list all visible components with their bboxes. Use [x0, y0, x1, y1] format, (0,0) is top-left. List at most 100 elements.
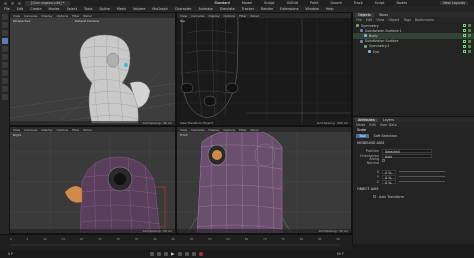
viewport-menu-item[interactable]: Filter [72, 128, 79, 132]
tab-layers[interactable]: Layers [380, 118, 397, 122]
viewport-menu-item[interactable]: Panel [251, 128, 259, 132]
attributes-menu-item[interactable]: User Data [380, 123, 397, 127]
objects-menu-item[interactable]: Edit [366, 18, 373, 22]
section-header[interactable]: MODELING AXIS [353, 138, 474, 148]
layout-tab[interactable]: UVEdit [287, 1, 298, 5]
menu-item[interactable]: Help [326, 7, 334, 11]
menu-item[interactable]: Modes [49, 7, 60, 11]
viewport-menu-item[interactable]: Cameras [191, 14, 204, 18]
objects-menu-item[interactable]: Bookmarks [415, 18, 434, 22]
viewport-menu-item[interactable]: View [13, 14, 20, 18]
menu-item[interactable]: Character [175, 7, 192, 11]
workplane-icon[interactable] [1, 78, 8, 84]
axis-transform-checkbox[interactable] [373, 195, 376, 198]
timeline[interactable]: 0 5 10 15 20 25 30 35 40 45 50 55 60 65 70 75 80 85 90 0 F… [0, 234, 352, 258]
prev-frame-icon[interactable] [163, 252, 168, 256]
viewport-menu-item[interactable]: View [180, 128, 187, 132]
viewport-top[interactable]: View Cameras Display Options Filter Pane… [176, 12, 352, 126]
subtab-tool[interactable]: Tool [356, 133, 369, 138]
viewport-menu-item[interactable]: Cameras [191, 128, 204, 132]
viewport-menu-item[interactable]: Options [57, 14, 69, 18]
minimize-icon[interactable] [11, 1, 14, 5]
attributes-menu-item[interactable]: Mode [356, 123, 365, 127]
viewport-menu-item[interactable]: Filter [239, 128, 246, 132]
menu-item[interactable]: Volume [133, 7, 146, 11]
layout-tab[interactable]: Sculpt [264, 1, 275, 5]
viewport-menu-item[interactable]: Display [41, 14, 52, 18]
visibility-icon[interactable] [463, 24, 466, 28]
objects-menu-item[interactable]: File [356, 18, 362, 22]
viewport-menu-item[interactable]: Panel [84, 14, 92, 18]
points-icon[interactable] [1, 46, 8, 52]
menu-item[interactable]: Window [305, 7, 318, 11]
objects-menu-item[interactable]: View [376, 18, 384, 22]
menu-item[interactable]: Render [261, 7, 273, 11]
prev-key-icon[interactable] [156, 252, 161, 256]
visibility-icon[interactable] [463, 50, 466, 54]
position-dropdown[interactable]: Selected [382, 148, 432, 154]
last-frame-icon[interactable] [191, 252, 196, 256]
edges-icon[interactable] [1, 54, 8, 60]
menu-item[interactable]: File [4, 7, 10, 11]
visibility-icon[interactable] [463, 29, 466, 33]
menu-item[interactable]: Spline [99, 7, 109, 11]
move-icon[interactable] [1, 22, 8, 28]
maximize-icon[interactable] [18, 1, 21, 5]
tag-icon[interactable] [468, 24, 471, 28]
menu-item[interactable]: Simulate [220, 7, 235, 11]
subtab-soft-selection[interactable]: Soft Selection [371, 134, 400, 138]
objects-menu-item[interactable]: Tags [403, 18, 411, 22]
layout-tab[interactable]: Groom [330, 1, 341, 5]
visibility-icon[interactable] [463, 39, 466, 43]
tab-takes[interactable]: Takes [376, 13, 391, 17]
viewport-menu-item[interactable]: Options [224, 14, 236, 18]
axis-icon[interactable] [1, 86, 8, 92]
first-frame-icon[interactable] [149, 252, 154, 256]
start-frame-field[interactable]: 0 F [8, 252, 13, 256]
y-slider[interactable] [399, 176, 445, 177]
attributes-menu-item[interactable]: Edit [369, 123, 376, 127]
layout-tab[interactable]: Nodes [397, 1, 408, 5]
layout-tab[interactable]: Model [242, 1, 252, 5]
next-frame-icon[interactable] [177, 252, 182, 256]
viewport-menu-item[interactable]: Panel [84, 128, 92, 132]
menu-item[interactable]: Create [30, 7, 41, 11]
along-normal-checkbox[interactable] [382, 159, 385, 162]
list-item[interactable]: Eye [353, 49, 474, 54]
tag-icon[interactable] [468, 34, 471, 38]
menu-item[interactable]: MoGraph [152, 7, 167, 11]
viewport-perspective[interactable]: View Cameras Display Options Filter Pane… [9, 12, 176, 126]
tab-attributes[interactable]: Attributes [355, 117, 378, 122]
layout-tab[interactable]: Script [375, 1, 385, 5]
layout-tab[interactable]: Track [354, 1, 363, 5]
record-icon[interactable] [198, 252, 203, 256]
viewport-menu-item[interactable]: Display [208, 128, 219, 132]
z-field[interactable]: 0 % [382, 179, 396, 185]
viewport-front[interactable]: View Cameras Display Options Filter Pane… [176, 126, 352, 234]
viewport-menu-item[interactable]: Panel [251, 14, 259, 18]
rotate-icon[interactable] [1, 30, 8, 36]
x-slider[interactable] [399, 171, 445, 172]
viewport-menu-item[interactable]: Cameras [24, 14, 37, 18]
snap-icon[interactable] [1, 70, 8, 76]
menu-item[interactable]: Tracker [242, 7, 254, 11]
viewport-menu-item[interactable]: Filter [239, 14, 246, 18]
end-frame-field[interactable]: 90 F [337, 252, 344, 256]
x-field[interactable]: 0 % [382, 169, 396, 175]
lock-icon[interactable] [1, 94, 8, 100]
tab-objects[interactable]: Objects [355, 12, 374, 17]
y-field[interactable]: 0 % [382, 174, 396, 180]
menu-item[interactable]: Select [67, 7, 77, 11]
viewport-right[interactable]: View Cameras Display Options Filter Pane… [9, 126, 176, 234]
viewport-menu-item[interactable]: Display [41, 128, 52, 132]
undo-icon[interactable] [1, 14, 8, 20]
tag-icon[interactable] [468, 50, 471, 54]
menu-item[interactable]: Tools [84, 7, 92, 11]
document-tab[interactable]: [Gum pigeon.c4d] * [25, 0, 71, 6]
menu-item[interactable]: Edit [17, 7, 24, 11]
play-icon[interactable] [170, 252, 175, 256]
viewport-menu-item[interactable]: Display [208, 14, 219, 18]
new-layouts-button[interactable]: New Layouts [440, 1, 468, 5]
menu-item[interactable]: Animate [199, 7, 213, 11]
tag-icon[interactable] [468, 29, 471, 33]
